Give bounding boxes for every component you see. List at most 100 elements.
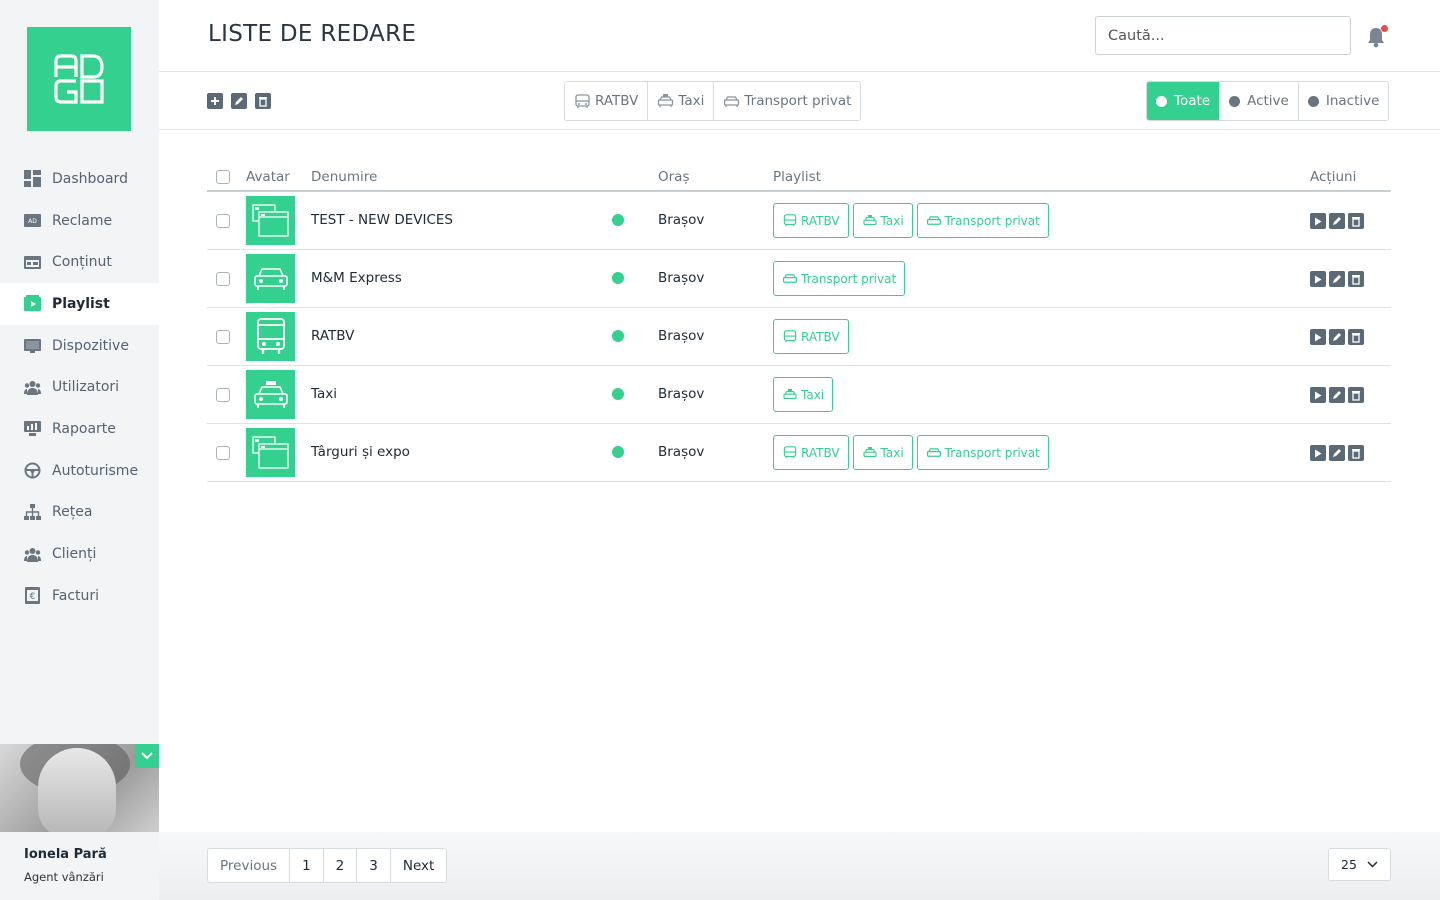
app-logo[interactable] [27,27,131,131]
row-checkbox[interactable] [216,388,230,402]
sidebar-item-autoturisme[interactable]: Autoturisme [0,450,159,492]
status-indicator [612,272,624,284]
status-all[interactable]: Toate [1147,82,1221,120]
page-button-1[interactable]: 1 [290,849,324,882]
pencil-icon [1333,449,1341,457]
table-header: Avatar Denumire Oraș Playlist Acțiuni [207,164,1391,192]
tag-transport-privat[interactable]: Transport privat [773,261,906,296]
row-avatar [246,312,295,361]
filter-transport-privat[interactable]: Transport privat [714,82,860,120]
delete-button[interactable] [1348,387,1364,403]
tag-taxi[interactable]: Taxi [852,203,913,238]
row-city: Brașov [658,212,705,228]
tag-taxi[interactable]: Taxi [773,377,834,412]
sidebar-item-retea[interactable]: Rețea [0,492,159,534]
play-button[interactable] [1310,387,1326,403]
sidebar-item-continut[interactable]: Conținut [0,241,159,283]
delete-button[interactable] [1348,213,1364,229]
row-checkbox[interactable] [216,272,230,286]
sidebar-nav: Dashboard AD Reclame Conținut Playlist D… [0,158,159,617]
per-page-select[interactable]: 25 [1328,848,1391,881]
trash-icon [1352,332,1360,343]
play-button[interactable] [1310,213,1326,229]
status-inactive[interactable]: Inactive [1299,82,1389,120]
table-row[interactable]: RATBV Brașov RATBV [207,308,1391,366]
row-checkbox[interactable] [216,446,230,460]
column-header-city[interactable]: Oraș [658,169,689,185]
reports-icon [24,420,41,437]
tag-taxi[interactable]: Taxi [852,435,913,470]
tag-ratbv[interactable]: RATBV [773,319,849,354]
sidebar-item-label: Rapoarte [52,420,116,437]
play-button[interactable] [1310,329,1326,345]
filter-label: Transport privat [744,93,852,109]
status-label: Inactive [1325,93,1380,109]
add-button[interactable] [207,93,223,109]
notification-dot [1381,25,1388,32]
table-row[interactable]: Târguri și expo Brașov RATBV Taxi Transp… [207,424,1391,482]
filter-taxi[interactable]: Taxi [648,82,715,120]
sidebar-item-facturi[interactable]: € Facturi [0,575,159,617]
sidebar-item-reclame[interactable]: AD Reclame [0,200,159,242]
page-button-3[interactable]: 3 [357,849,391,882]
sidebar-item-label: Utilizatori [52,379,120,396]
column-header-avatar[interactable]: Avatar [246,169,290,185]
edit-button[interactable] [231,93,247,109]
sidebar-item-dashboard[interactable]: Dashboard [0,158,159,200]
edit-button[interactable] [1329,387,1345,403]
column-header-actions: Acțiuni [1310,169,1357,185]
sidebar-item-utilizatori[interactable]: Utilizatori [0,366,159,408]
tag-transport-privat[interactable]: Transport privat [916,435,1049,470]
clients-icon [24,546,41,563]
page-header: LISTE DE REDARE [159,0,1440,72]
playlist-tags: RATBV Taxi Transport privat [773,435,1049,470]
sidebar-item-playlist[interactable]: Playlist [0,283,159,325]
dashboard-icon [24,170,41,188]
tag-ratbv[interactable]: RATBV [773,435,849,470]
page-button-2[interactable]: 2 [324,849,358,882]
edit-button[interactable] [1329,445,1345,461]
sidebar-item-dispozitive[interactable]: Dispozitive [0,325,159,367]
delete-button[interactable] [255,93,271,109]
play-icon [1315,217,1322,225]
screens-icon [251,203,289,237]
page-footer: Previous 1 2 3 Next 25 [159,832,1440,900]
sidebar-item-rapoarte[interactable]: Rapoarte [0,408,159,450]
car-icon [926,215,941,225]
table-row[interactable]: M&M Express Brașov Transport privat [207,250,1391,308]
delete-button[interactable] [1348,445,1364,461]
status-active[interactable]: Active [1220,82,1299,120]
play-button[interactable] [1310,445,1326,461]
delete-button[interactable] [1348,271,1364,287]
search-input[interactable] [1095,16,1351,55]
column-header-name[interactable]: Denumire [311,169,377,185]
invoice-icon: € [24,587,41,605]
content-icon [24,254,41,271]
tag-label: Transport privat [801,271,897,286]
column-header-playlist[interactable]: Playlist [773,169,821,185]
row-city: Brașov [658,328,705,344]
user-menu-toggle[interactable] [135,744,159,768]
sidebar-item-clienti[interactable]: Clienți [0,533,159,575]
row-checkbox[interactable] [216,214,230,228]
previous-page-button[interactable]: Previous [208,849,291,882]
tag-ratbv[interactable]: RATBV [773,203,849,238]
next-page-button[interactable]: Next [391,849,446,882]
taxi-icon [862,446,877,457]
table-row[interactable]: TEST - NEW DEVICES Brașov RATBV Taxi Tra… [207,192,1391,250]
trash-icon [1352,390,1360,401]
play-button[interactable] [1310,271,1326,287]
edit-button[interactable] [1329,271,1345,287]
delete-button[interactable] [1348,329,1364,345]
bus-icon [783,330,797,343]
select-all-checkbox[interactable] [216,170,230,184]
tag-transport-privat[interactable]: Transport privat [916,203,1049,238]
filter-ratbv[interactable]: RATBV [565,82,649,120]
row-checkbox[interactable] [216,330,230,344]
edit-button[interactable] [1329,329,1345,345]
taxi-icon [862,214,877,225]
row-name: Taxi [311,386,338,402]
table-row[interactable]: Taxi Brașov Taxi [207,366,1391,424]
user-name: Ionela Pară [24,847,107,862]
edit-button[interactable] [1329,213,1345,229]
